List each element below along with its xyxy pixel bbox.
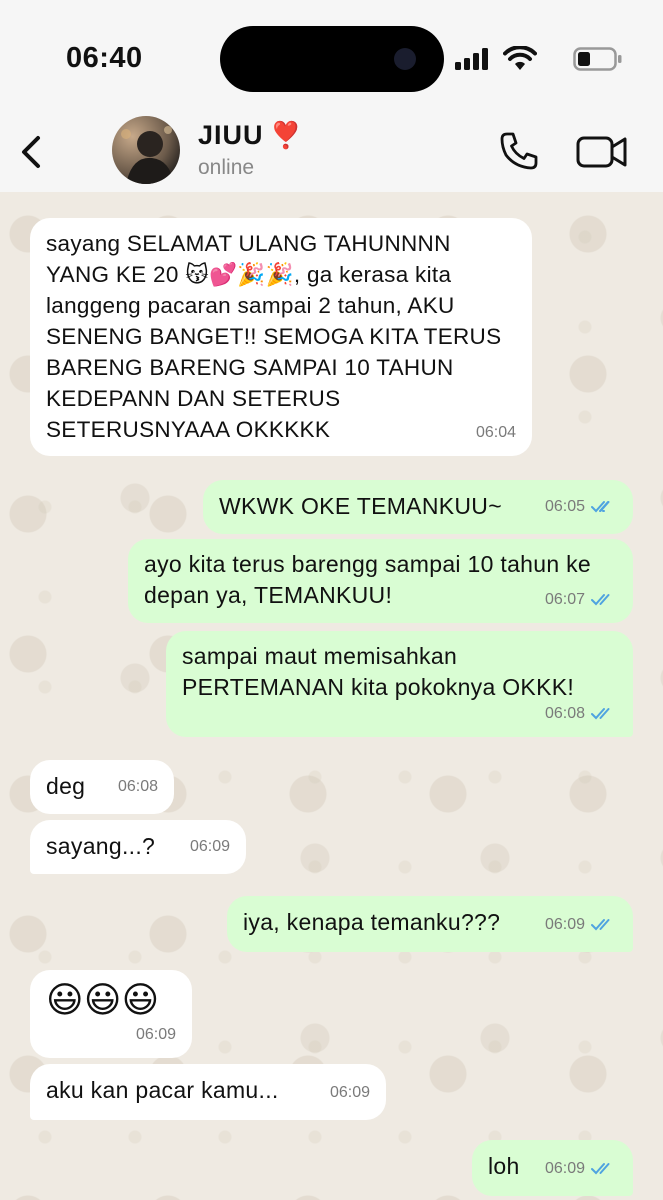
message-bubble-outgoing[interactable]: iya, kenapa temanku??? 06:09 <box>227 896 633 952</box>
message-time: 06:09 <box>135 1026 176 1043</box>
dynamic-island <box>220 26 444 92</box>
message-text: aku kan pacar kamu... <box>46 1077 279 1103</box>
contact-avatar[interactable] <box>112 116 180 184</box>
back-button[interactable] <box>16 132 46 172</box>
message-time: 06:09 <box>544 1160 585 1177</box>
status-icons <box>443 44 623 72</box>
message-bubble-outgoing[interactable]: sampai maut memisahkan PERTEMANAN kita p… <box>166 631 633 737</box>
message-time: 06:04 <box>475 424 516 441</box>
message-time: 06:09 <box>544 916 585 933</box>
message-bubble-incoming[interactable]: aku kan pacar kamu... 06:09 <box>30 1064 386 1120</box>
contact-name[interactable]: JIUU ❣️ <box>198 120 303 151</box>
message-text: sayang SELAMAT ULANG TAHUNNNN YANG KE 20… <box>46 231 508 442</box>
read-double-check-icon <box>591 1162 610 1174</box>
message-meta: 06:09 <box>545 909 617 940</box>
contact-status: online <box>198 156 255 179</box>
message-bubble-outgoing[interactable]: ayo kita terus barengg sampai 10 tahun k… <box>128 539 633 623</box>
message-emoji-text: 😃😃😃 <box>46 979 160 1020</box>
message-time: 06:09 <box>329 1084 370 1101</box>
message-meta: 06:07 <box>545 584 617 615</box>
message-time: 06:08 <box>544 705 585 722</box>
message-bubble-outgoing[interactable]: loh 06:09 <box>472 1140 633 1196</box>
message-meta: 06:09 <box>136 1019 176 1050</box>
message-time: 06:09 <box>189 838 230 855</box>
message-bubble-outgoing[interactable]: WKWK OKE TEMANKUU~ 06:05 <box>203 480 633 534</box>
heart-exclamation-icon: ❣️ <box>269 120 303 150</box>
message-meta: 06:08 <box>545 698 617 729</box>
message-bubble-incoming[interactable]: sayang...? 06:09 <box>30 820 246 874</box>
avatar-photo-icon <box>121 126 174 184</box>
chat-header: JIUU ❣️ online <box>0 110 663 192</box>
message-time: 06:07 <box>544 591 585 608</box>
message-meta: 06:05 <box>545 491 617 522</box>
video-call-button[interactable] <box>576 132 628 172</box>
read-double-check-icon <box>591 500 610 512</box>
message-text: sampai maut memisahkan PERTEMANAN kita p… <box>182 643 575 700</box>
message-meta: 06:08 <box>118 771 158 802</box>
message-time: 06:05 <box>544 498 585 515</box>
cellular-signal-icon <box>455 48 488 70</box>
message-meta: 06:04 <box>476 417 516 448</box>
contact-name-text: JIUU <box>198 120 264 150</box>
message-bubble-incoming[interactable]: deg 06:08 <box>30 760 174 814</box>
status-bar: 06:40 <box>0 0 663 110</box>
wifi-icon <box>503 46 537 70</box>
voice-call-button[interactable] <box>498 130 540 172</box>
read-double-check-icon <box>591 707 610 719</box>
chat-area[interactable]: sayang SELAMAT ULANG TAHUNNNN YANG KE 20… <box>0 192 663 1200</box>
battery-icon <box>573 47 622 71</box>
status-time: 06:40 <box>66 42 143 74</box>
read-double-check-icon <box>591 593 610 605</box>
message-meta: 06:09 <box>330 1077 370 1108</box>
read-double-check-icon <box>591 918 610 930</box>
message-meta: 06:09 <box>190 831 230 862</box>
message-bubble-incoming[interactable]: sayang SELAMAT ULANG TAHUNNNN YANG KE 20… <box>30 218 532 456</box>
message-bubble-incoming[interactable]: 😃😃😃 06:09 <box>30 970 192 1058</box>
message-time: 06:08 <box>117 778 158 795</box>
message-meta: 06:09 <box>545 1153 617 1184</box>
